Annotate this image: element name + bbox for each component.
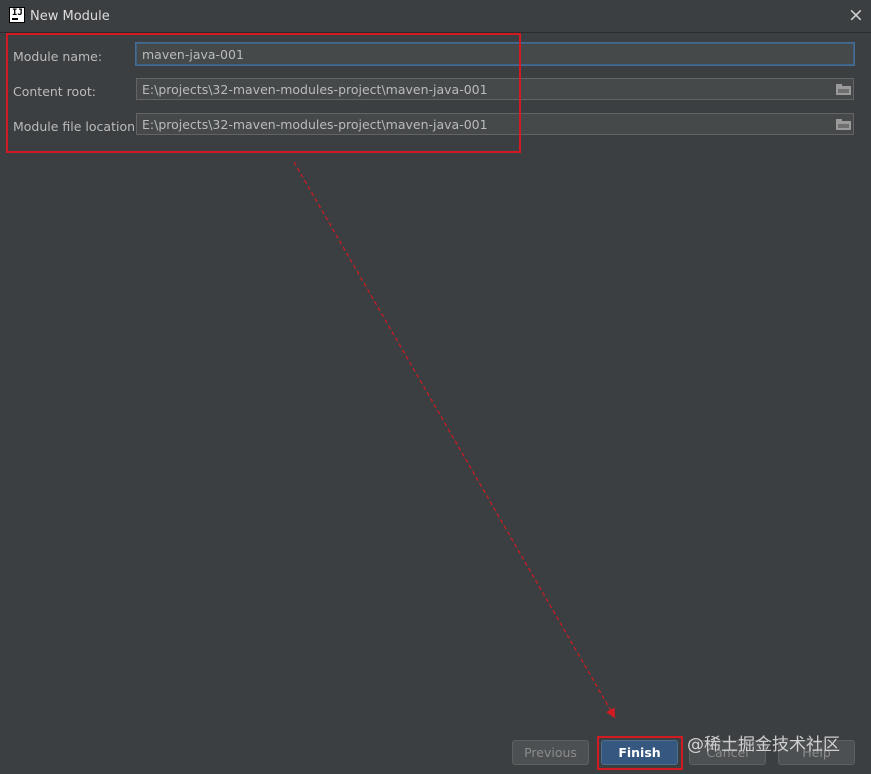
previous-button[interactable]: Previous <box>512 740 589 765</box>
annotation-highlight-finish <box>597 736 683 770</box>
watermark-text: @稀土掘金技术社区 <box>687 735 840 755</box>
annotation-arrow <box>293 161 616 719</box>
